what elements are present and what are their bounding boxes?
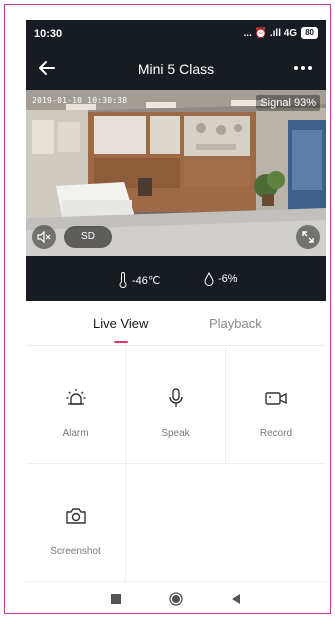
speaker-muted-icon xyxy=(37,230,51,244)
status-time: 10:30 xyxy=(34,28,63,40)
battery-icon: 80 xyxy=(301,27,318,39)
sensor-readings: -46℃ -6% xyxy=(26,256,326,301)
screenshot-button[interactable]: Screenshot xyxy=(26,464,126,582)
empty-grid-cell xyxy=(126,464,326,582)
view-tabs: Live View Playback xyxy=(26,301,326,346)
video-timestamp: 2019-01-10 10:30:38 xyxy=(32,96,128,105)
function-grid: Alarm Speak Record Screenshot xyxy=(26,346,326,582)
tab-live-view[interactable]: Live View xyxy=(93,316,148,331)
screenshot-label: Screenshot xyxy=(50,546,101,557)
humidity-reading: -6% xyxy=(204,272,238,286)
microphone-icon xyxy=(169,388,183,407)
thermometer-icon xyxy=(119,272,127,288)
humidity-value: -6% xyxy=(218,273,238,285)
camera-panel: 10:30 ... ⏰ .ıll 4G 80 Mini 5 Class 2019… xyxy=(26,20,326,301)
live-video-view[interactable]: 2019-01-10 10:30:38 Signal 93% SD xyxy=(26,90,326,256)
camera-icon xyxy=(66,508,86,524)
speak-button[interactable]: Speak xyxy=(126,346,226,464)
phone-screen: 10:30 ... ⏰ .ıll 4G 80 Mini 5 Class 2019… xyxy=(26,20,326,613)
page-title: Mini 5 Class xyxy=(137,61,215,77)
screenshot-frame: 10:30 ... ⏰ .ıll 4G 80 Mini 5 Class 2019… xyxy=(4,4,331,614)
alarm-button[interactable]: Alarm xyxy=(26,346,126,464)
back-nav-icon[interactable] xyxy=(228,591,244,607)
record-button[interactable]: Record xyxy=(226,346,326,464)
mute-button[interactable] xyxy=(32,225,56,249)
status-bar: 10:30 ... ⏰ .ıll 4G 80 xyxy=(26,20,326,46)
recent-apps-icon[interactable] xyxy=(108,591,124,607)
status-icons: ... ⏰ .ıll 4G 80 xyxy=(244,27,318,39)
fullscreen-button[interactable] xyxy=(296,225,320,249)
record-label: Record xyxy=(259,428,293,439)
home-icon[interactable] xyxy=(168,591,184,607)
system-nav-bar xyxy=(26,582,326,613)
alarm-icon xyxy=(66,389,86,405)
temperature-reading: -46℃ xyxy=(118,272,160,288)
speak-label: Speak xyxy=(161,428,190,439)
title-bar: Mini 5 Class xyxy=(26,46,326,90)
water-drop-icon xyxy=(204,272,214,286)
video-record-icon xyxy=(265,392,287,405)
signal-strength: Signal 93% xyxy=(256,95,320,111)
temperature-value: -46℃ xyxy=(132,274,161,287)
tab-playback[interactable]: Playback xyxy=(209,316,262,331)
more-options-icon[interactable] xyxy=(292,57,314,79)
fullscreen-icon xyxy=(302,231,314,243)
alarm-label: Alarm xyxy=(62,428,89,439)
status-indicators: ... ⏰ .ıll 4G xyxy=(243,27,298,39)
active-tab-indicator xyxy=(114,341,128,343)
quality-toggle-button[interactable]: SD xyxy=(64,226,112,248)
